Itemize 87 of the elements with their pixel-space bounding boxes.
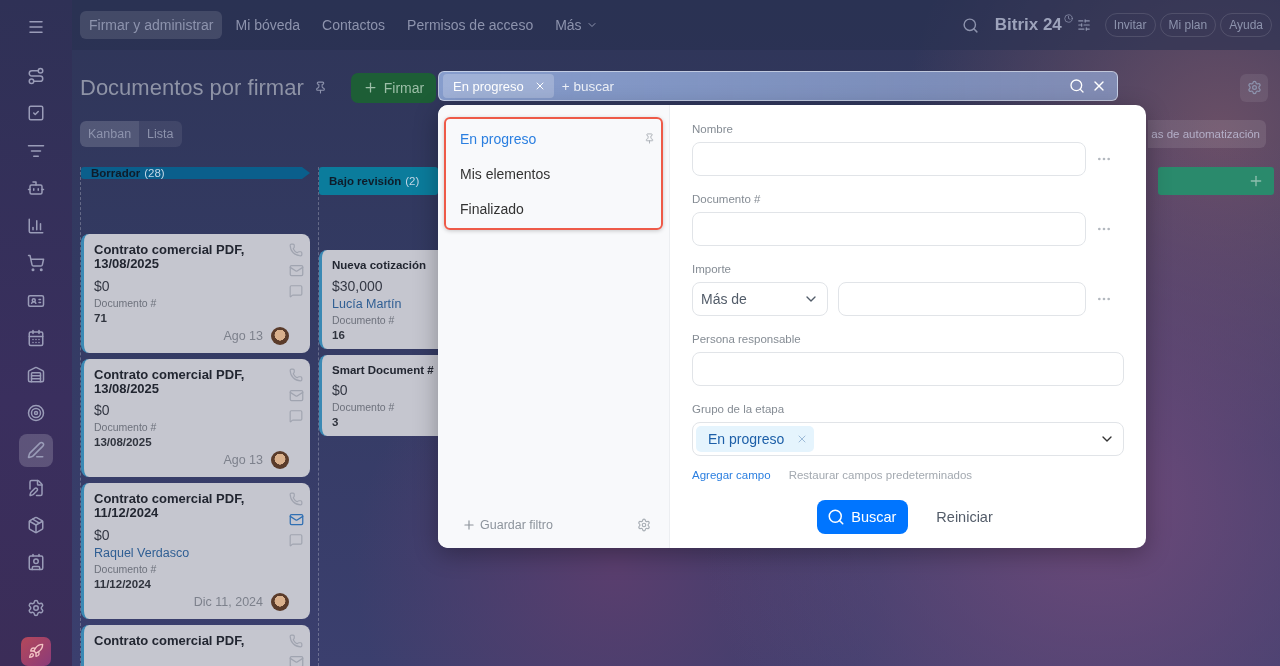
field-label: Nombre — [692, 123, 734, 135]
column-header[interactable]: Borrador (28) — [81, 167, 310, 179]
filter-preset[interactable]: En progreso — [446, 121, 661, 156]
card-title: Contrato comercial PDF, — [94, 633, 246, 649]
search-input[interactable]: + buscar — [559, 77, 1063, 95]
card-title: Contrato comercial PDF, 13/08/2025 — [94, 243, 246, 272]
page-title: Documentos por firmar — [80, 74, 304, 101]
column-title: Borrador — [91, 167, 141, 179]
column-count: (28) — [144, 167, 165, 179]
avatar — [271, 326, 289, 345]
rocket-icon[interactable] — [21, 636, 51, 666]
column-count: (2) — [405, 175, 420, 187]
card-amount: $0 — [332, 382, 349, 399]
field-label: Documento # — [332, 313, 396, 326]
card-amount: $0 — [94, 402, 111, 419]
field-value: 13/08/2025 — [94, 436, 153, 449]
filter-preset[interactable]: Finalizado — [446, 191, 661, 226]
card-title: Nueva cotización — [332, 259, 427, 272]
card-amount: $0 — [94, 526, 111, 543]
card-date: Ago 13 — [223, 328, 263, 343]
field-label: Documento # — [94, 421, 158, 434]
person-link[interactable]: Lucía Martín — [332, 296, 432, 311]
person-link[interactable]: Raquel Verdasco — [94, 545, 289, 560]
clock-icon — [1063, 14, 1073, 23]
filter-bar[interactable]: En progreso + buscar — [438, 71, 1118, 101]
kanban-card[interactable]: Nueva cotización $30,000 Lucía Martín Documento # 16 — [319, 250, 438, 349]
automation-button[interactable]: as de automatización — [1148, 120, 1266, 148]
plus-icon — [462, 518, 476, 532]
operator-select[interactable]: Más de — [692, 282, 828, 316]
search-icon[interactable] — [1069, 78, 1085, 94]
filter-tag[interactable]: En progreso — [443, 74, 554, 98]
sliders-icon[interactable] — [1076, 18, 1091, 32]
person-input[interactable] — [692, 352, 1124, 386]
card-date: Dic 11, 2024 — [193, 594, 263, 609]
field-value: 3 — [332, 416, 340, 429]
field-label: Persona responsable — [692, 333, 802, 345]
card-title: Contrato comercial PDF, 11/12/2024 — [94, 492, 246, 521]
view-tab[interactable]: Kanban — [80, 121, 140, 147]
amount-input[interactable] — [838, 282, 1086, 316]
text-input[interactable] — [692, 142, 1086, 176]
settings-icon[interactable] — [1240, 73, 1268, 102]
field-label: Documento # — [94, 562, 158, 575]
pin-icon[interactable] — [313, 81, 327, 94]
field-label: Importe — [692, 263, 732, 275]
logo[interactable]: Bitrix 24 — [994, 15, 1062, 35]
field-value: 11/12/2024 — [94, 577, 152, 590]
card-date: Ago 13 — [223, 453, 263, 468]
card-amount: $30,000 — [332, 277, 384, 294]
avatar — [271, 451, 289, 470]
field-label: Documento # — [332, 401, 396, 414]
settings-icon[interactable] — [637, 518, 651, 532]
stage-select[interactable]: En progreso — [692, 422, 1124, 456]
card-title: Contrato comercial PDF, 13/08/2025 — [94, 367, 246, 397]
mail-icon[interactable] — [289, 512, 304, 528]
column-title: Bajo revisión — [329, 175, 402, 187]
column-header[interactable]: Bajo revisión (2) — [319, 167, 438, 195]
field-label: Grupo de la etapa — [692, 403, 786, 415]
field-label: Documento # — [692, 193, 762, 205]
nav-tab[interactable]: Contactos — [313, 11, 395, 39]
add-icon[interactable] — [1248, 173, 1264, 189]
text-input[interactable] — [692, 212, 1086, 246]
field-value: 71 — [94, 311, 108, 324]
search-icon[interactable] — [961, 16, 979, 34]
filter-preset[interactable]: Mis elementos — [446, 156, 661, 191]
add-field-link[interactable]: Agregar campo — [692, 469, 771, 481]
search-button[interactable]: Buscar — [817, 500, 909, 534]
restore-fields-link[interactable]: Restaurar campos predeterminados — [788, 469, 973, 481]
card-title: Smart Document # — [332, 363, 432, 377]
save-filter-button[interactable]: Guardar filtro — [462, 518, 553, 532]
pin-icon[interactable] — [644, 133, 655, 144]
nav-tab[interactable]: Mi bóveda — [226, 11, 310, 39]
reset-button[interactable]: Reiniciar — [930, 500, 999, 534]
stage-chip: En progreso — [696, 426, 815, 452]
pen-icon[interactable] — [19, 433, 53, 467]
nav-tab[interactable]: Más — [546, 11, 607, 39]
nav-tab[interactable]: Firmar y administrar — [80, 11, 223, 39]
field-label: Documento # — [94, 296, 158, 309]
avatar — [271, 592, 289, 611]
nav-tab[interactable]: Permisos de acceso — [398, 11, 543, 39]
kanban-card[interactable]: Smart Document # $0 Documento # 3 — [319, 354, 438, 437]
field-value: 16 — [332, 328, 346, 341]
search-icon — [827, 508, 846, 526]
view-tab[interactable]: Lista — [139, 121, 182, 147]
add-button[interactable]: Firmar — [350, 72, 437, 103]
kanban-card[interactable]: Contrato comercial PDF, 11/12/2024 $0 Raquel Verdasco Documento # 11/12/2024 Dic 11, 2024 — [81, 483, 310, 619]
card-amount: $0 — [94, 277, 111, 294]
plus-icon — [362, 80, 378, 95]
